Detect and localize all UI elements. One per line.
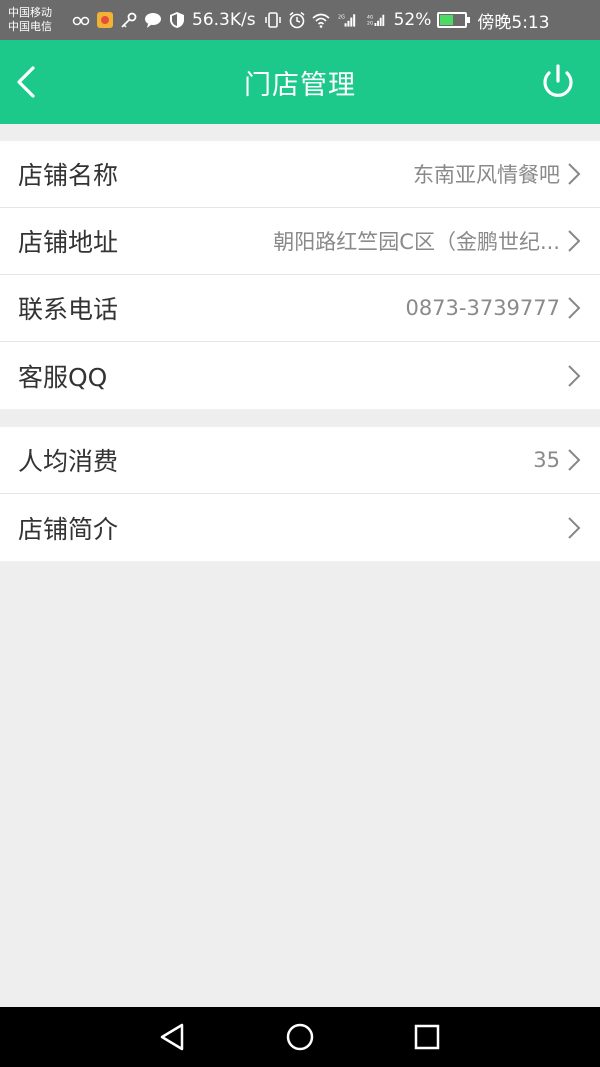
store-intro-row[interactable]: 店铺简介 — [0, 494, 600, 561]
chevron-right-icon — [566, 295, 582, 321]
alarm-icon — [288, 11, 306, 29]
back-triangle-icon[interactable] — [156, 1020, 190, 1054]
carrier-2: 中国电信 — [8, 20, 52, 33]
svg-text:2G: 2G — [338, 14, 345, 20]
store-detail-group: 人均消费 35 店铺简介 — [0, 427, 600, 561]
recents-square-icon[interactable] — [410, 1020, 444, 1054]
battery-fill — [440, 15, 453, 25]
customer-service-qq-row[interactable]: 客服QQ — [0, 342, 600, 409]
signal-4g-icon: 4G 2G — [364, 11, 388, 29]
row-label: 人均消费 — [18, 447, 119, 476]
battery-icon — [437, 12, 471, 28]
svg-text:4G: 4G — [367, 15, 374, 21]
chevron-right-icon — [566, 161, 582, 187]
chevron-right-icon — [566, 363, 582, 389]
chevron-right-icon — [566, 515, 582, 541]
clock: 傍晚5:13 — [477, 12, 550, 33]
app-header: 门店管理 — [0, 40, 600, 124]
store-name-row[interactable]: 店铺名称 东南亚风情餐吧 — [0, 141, 600, 208]
row-label: 客服QQ — [18, 362, 108, 392]
network-speed: 56.3K/s — [192, 10, 256, 30]
battery-percent: 52% — [393, 10, 432, 30]
key-icon — [120, 11, 138, 29]
glasses-icon — [72, 11, 90, 29]
row-value: 朝阳路红竺园C区（金鹏世纪... — [273, 230, 560, 254]
system-nav-bar — [0, 1007, 600, 1067]
wifi-icon — [312, 11, 330, 29]
status-bar: 中国移动 中国电信 56.3K/s 2G 4G 2G 52% 傍晚5:13 — [0, 0, 600, 40]
svg-text:2G: 2G — [367, 21, 374, 27]
row-value: 35 — [533, 448, 560, 472]
shield-icon — [168, 11, 186, 29]
chevron-right-icon — [566, 447, 582, 473]
store-address-row[interactable]: 店铺地址 朝阳路红竺园C区（金鹏世纪... — [0, 208, 600, 275]
row-label: 店铺地址 — [18, 228, 119, 257]
carrier-info: 中国移动 中国电信 — [8, 6, 66, 34]
chevron-right-icon — [566, 228, 582, 254]
home-circle-icon[interactable] — [283, 1020, 317, 1054]
row-label: 店铺名称 — [18, 161, 119, 190]
contact-phone-row[interactable]: 联系电话 0873-3739777 — [0, 275, 600, 342]
power-icon[interactable] — [538, 62, 578, 102]
app-icon — [96, 11, 114, 29]
page-title: 门店管理 — [244, 69, 356, 101]
signal-2g-icon: 2G — [336, 11, 358, 29]
row-value: 0873-3739777 — [405, 296, 560, 320]
row-label: 店铺简介 — [18, 514, 119, 544]
store-info-group: 店铺名称 东南亚风情餐吧 店铺地址 朝阳路红竺园C区（金鹏世纪... 联系电话 … — [0, 141, 600, 409]
row-label: 联系电话 — [18, 295, 119, 324]
vibrate-icon — [264, 11, 282, 29]
back-arrow-icon[interactable] — [14, 64, 38, 100]
chat-icon — [144, 11, 162, 29]
carrier-1: 中国移动 — [8, 6, 52, 19]
avg-spend-row[interactable]: 人均消费 35 — [0, 427, 600, 494]
row-value: 东南亚风情餐吧 — [413, 163, 560, 187]
